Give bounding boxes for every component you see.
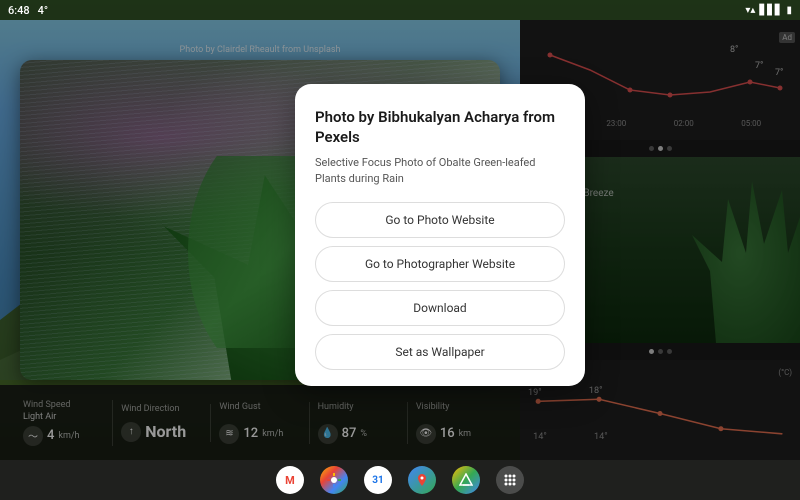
set-as-wallpaper-button[interactable]: Set as Wallpaper [315,334,565,370]
drive-icon[interactable] [452,466,480,494]
go-to-photographer-website-button[interactable]: Go to Photographer Website [315,246,565,282]
photo-info-modal: Photo by Bibhukalyan Acharya from Pexels… [295,84,585,386]
photos-icon[interactable] [320,466,348,494]
download-button[interactable]: Download [315,290,565,326]
gmail-icon[interactable]: M [276,466,304,494]
go-to-photo-website-button[interactable]: Go to Photo Website [315,202,565,238]
apps-icon[interactable] [496,466,524,494]
status-temperature: 4° [38,4,48,17]
calendar-icon[interactable]: 31 [364,466,392,494]
modal-overlay[interactable]: Photo by Bibhukalyan Acharya from Pexels… [0,0,800,500]
taskbar: M 31 [0,460,800,500]
maps-icon[interactable] [408,466,436,494]
modal-title: Photo by Bibhukalyan Acharya from Pexels [315,108,565,147]
modal-description: Selective Focus Photo of Obalte Green-le… [315,155,565,186]
status-bar: 6:48 4° ▾▴ ▋▋▋ ▮ [0,0,800,20]
signal-icon: ▋▋▋ [759,5,782,16]
status-icons: ▾▴ ▋▋▋ ▮ [745,5,792,16]
status-time: 6:48 [8,4,30,17]
battery-icon: ▮ [786,5,792,16]
wifi-icon: ▾▴ [745,5,755,16]
